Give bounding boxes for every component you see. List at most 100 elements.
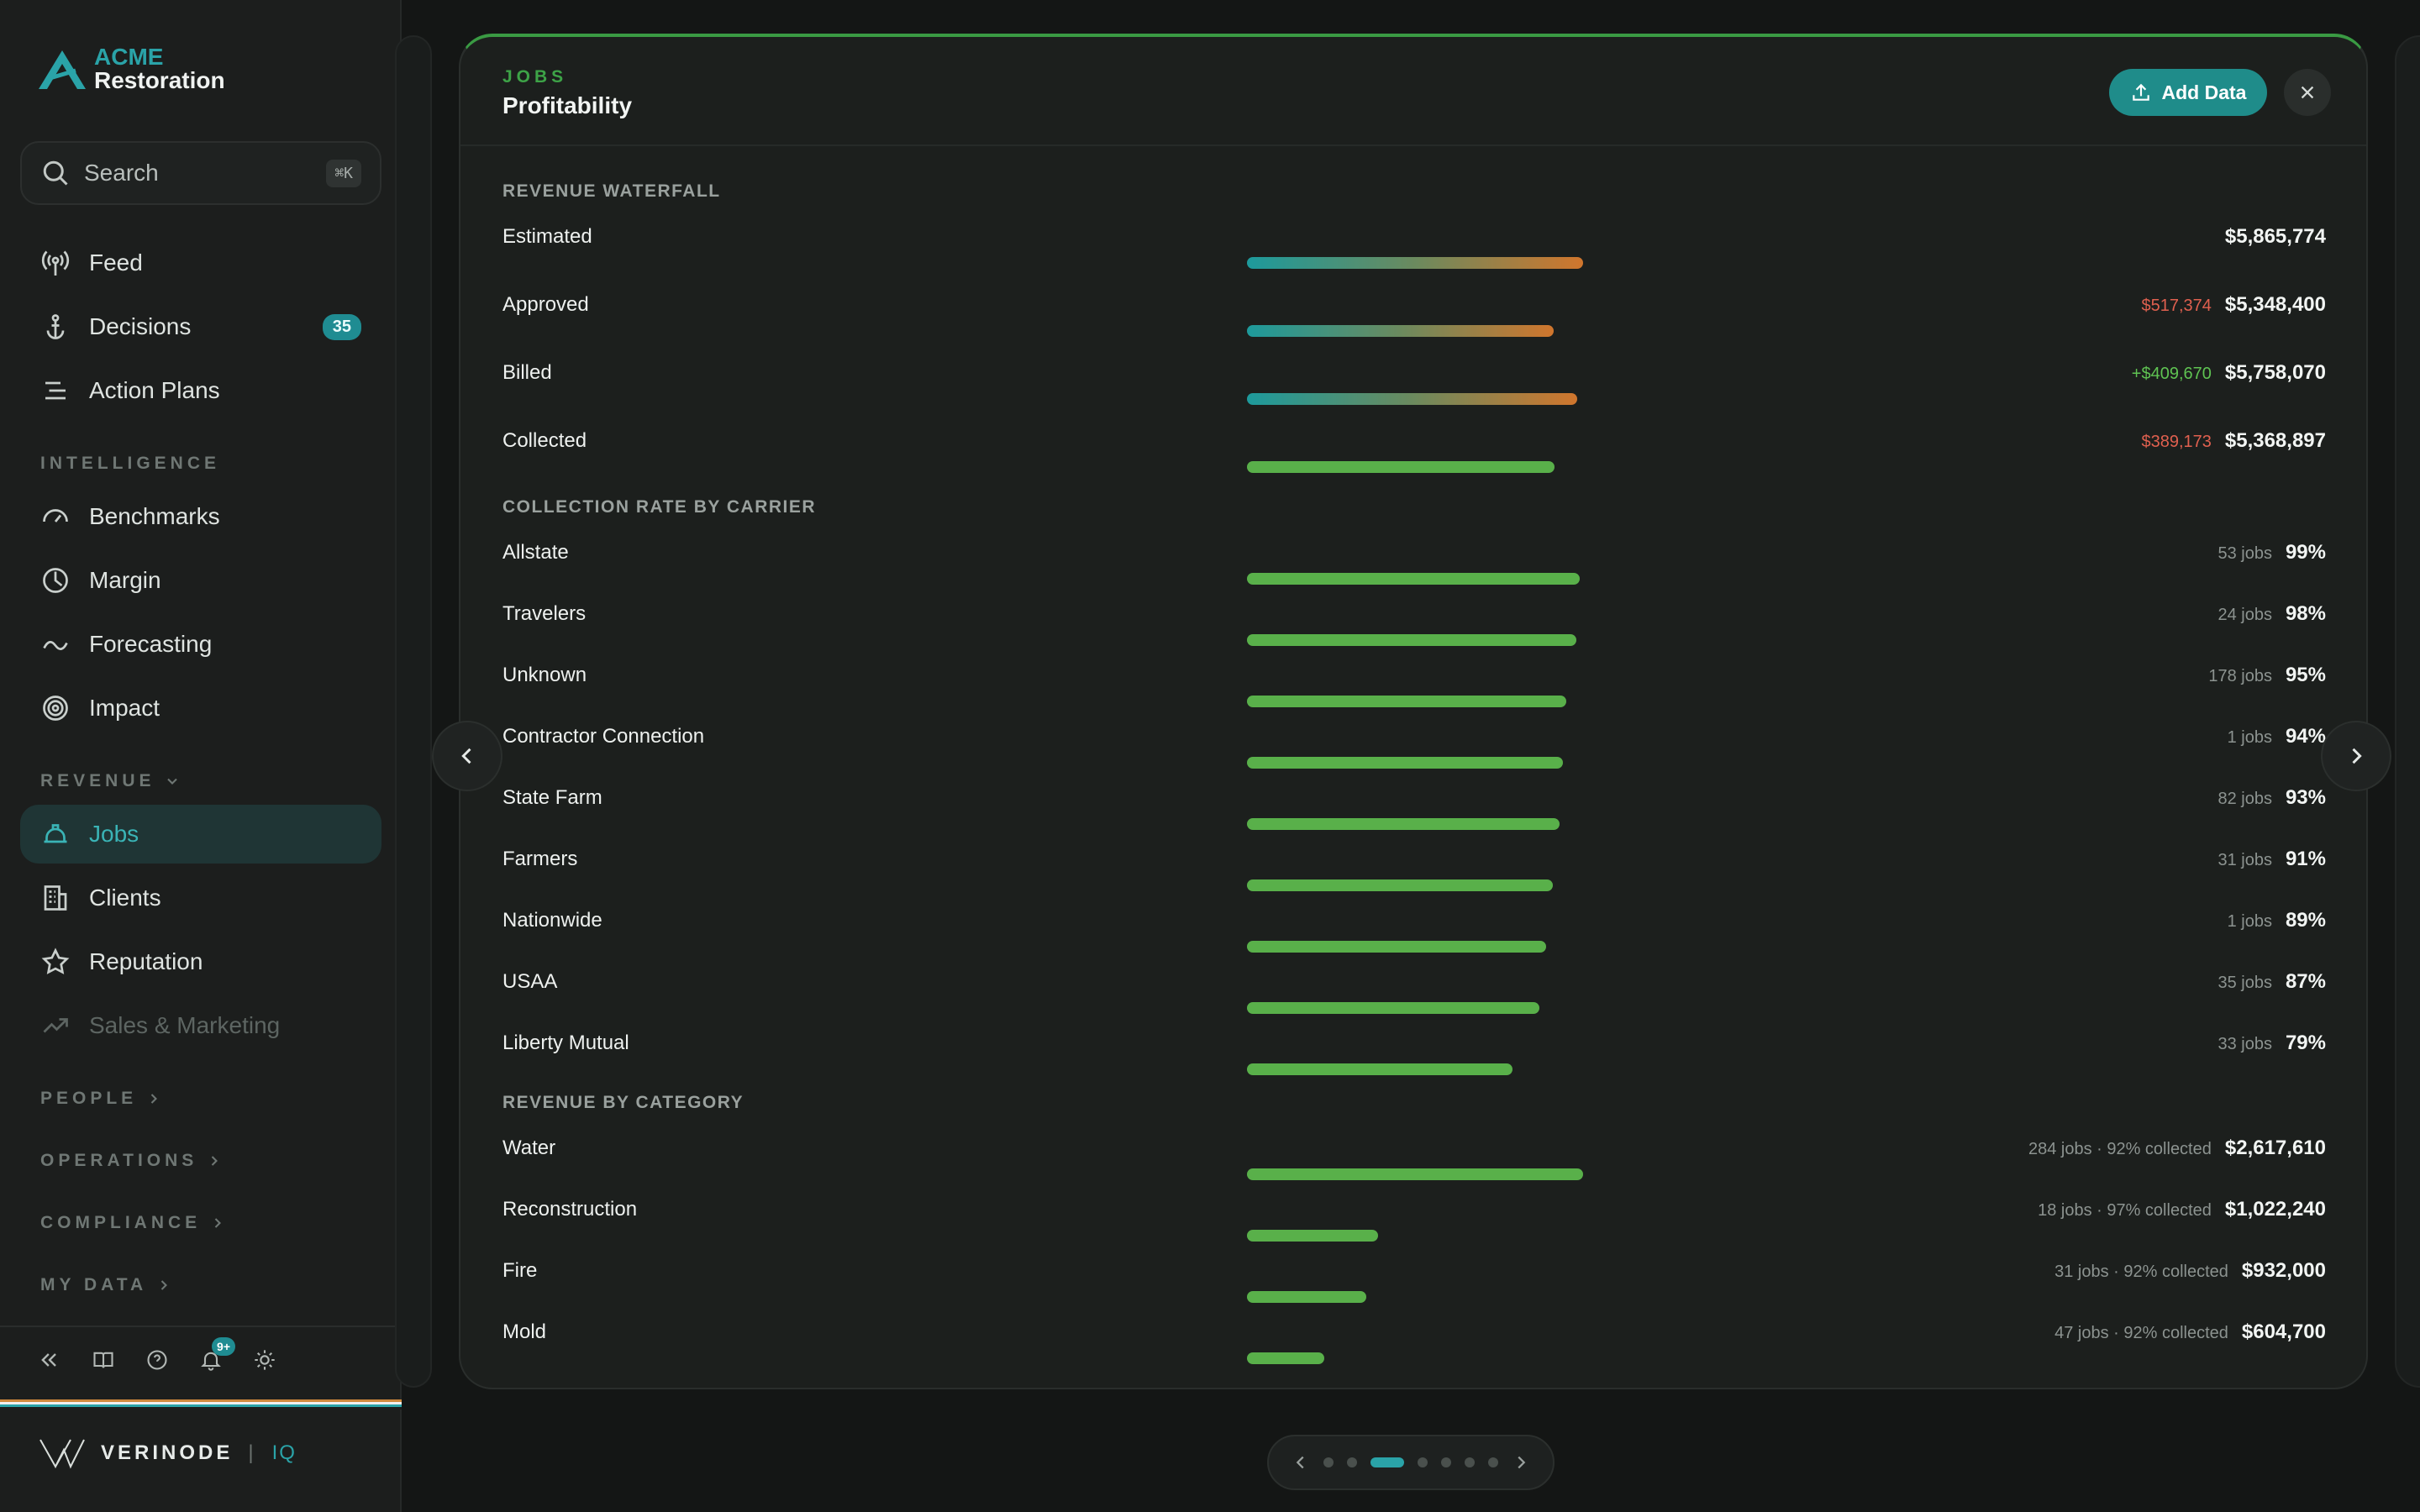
row-label: Allstate — [502, 541, 569, 564]
gauge-icon — [39, 500, 72, 533]
row-values: 47 jobs · 92% collected $604,700 — [2054, 1320, 2326, 1344]
sidebar-item-benchmarks[interactable]: Benchmarks — [20, 487, 381, 546]
row-meta: 24 jobs — [2217, 606, 2272, 624]
section-my-data[interactable]: MY DATA — [40, 1275, 172, 1295]
row-bar — [1247, 757, 1563, 769]
row-label: State Farm — [502, 786, 602, 809]
pager-dot[interactable] — [1347, 1457, 1357, 1467]
sidebar-item-sales-marketing[interactable]: Sales & Marketing — [20, 996, 381, 1055]
collapse-sidebar-icon[interactable] — [37, 1347, 62, 1373]
sidebar-item-label: Margin — [89, 567, 161, 593]
section-title-carriers: COLLECTION RATE BY CARRIER — [502, 497, 817, 517]
add-data-label: Add Data — [2161, 81, 2247, 103]
row-label: Fire — [502, 1259, 538, 1282]
row-value: 94% — [2285, 725, 2326, 748]
chevron-right-icon — [160, 1280, 168, 1290]
pager-dot[interactable] — [1418, 1457, 1428, 1467]
sun-icon[interactable] — [252, 1347, 277, 1373]
trend-curve-icon — [39, 627, 72, 661]
row-label: Approved — [502, 293, 589, 316]
sidebar-item-label: Clients — [89, 885, 161, 911]
row-meta: 1 jobs — [2227, 728, 2272, 747]
brand-separator: | — [248, 1441, 257, 1464]
row-delta: $389,173 — [2141, 433, 2212, 451]
search-input[interactable]: Search ⌘K — [20, 141, 381, 205]
close-button[interactable] — [2284, 69, 2331, 116]
logo-line2: Restoration — [94, 67, 225, 93]
row-delta: +$409,670 — [2131, 365, 2212, 383]
chevron-left-icon — [461, 748, 471, 764]
row-label: Water — [502, 1137, 556, 1159]
section-compliance[interactable]: COMPLIANCE — [40, 1213, 226, 1233]
pager-dot[interactable] — [1441, 1457, 1451, 1467]
row-label: Mold — [502, 1320, 547, 1343]
pager-dots — [1323, 1457, 1498, 1467]
section-label: OPERATIONS — [40, 1151, 198, 1170]
sidebar-footer-toolbar: 9+ — [37, 1337, 277, 1373]
sidebar-item-action-plans[interactable]: Action Plans — [20, 361, 381, 420]
book-icon[interactable] — [91, 1347, 116, 1373]
row-values: $5,865,774 — [2225, 225, 2326, 249]
pager-dot[interactable] — [1323, 1457, 1334, 1467]
pager-prev-icon[interactable] — [1292, 1453, 1310, 1472]
help-icon[interactable] — [145, 1347, 170, 1373]
section-operations[interactable]: OPERATIONS — [40, 1151, 223, 1171]
section-title-waterfall: REVENUE WATERFALL — [502, 181, 721, 201]
section-intelligence: INTELLIGENCE — [40, 454, 220, 474]
row-bar — [1247, 1291, 1366, 1303]
acme-logo[interactable]: ACME Restoration — [35, 45, 225, 92]
row-values: 35 jobs 87% — [2217, 970, 2326, 994]
sidebar-item-margin[interactable]: Margin — [20, 551, 381, 610]
row-meta: 53 jobs — [2217, 544, 2272, 563]
chevron-right-icon — [2352, 748, 2362, 764]
pager-dot-active[interactable] — [1370, 1457, 1404, 1467]
decisions-count-badge: 35 — [322, 313, 361, 340]
pager-dot[interactable] — [1488, 1457, 1498, 1467]
row-bar — [1247, 573, 1580, 585]
pager-next-icon[interactable] — [1512, 1453, 1530, 1472]
sidebar-item-feed[interactable]: Feed — [20, 234, 381, 292]
bell-icon[interactable]: 9+ — [198, 1337, 235, 1373]
row-values: $517,374 $5,348,400 — [2141, 293, 2326, 317]
row-label: Billed — [502, 361, 552, 384]
row-value: $5,865,774 — [2224, 225, 2326, 248]
row-value: $604,700 — [2241, 1320, 2326, 1343]
row-bar — [1247, 1168, 1583, 1180]
row-value: $1,022,240 — [2224, 1198, 2326, 1221]
chevron-down-icon — [166, 778, 177, 785]
chevron-right-icon — [150, 1094, 158, 1104]
sidebar-item-decisions[interactable]: Decisions 35 — [20, 297, 381, 356]
sidebar-item-clients[interactable]: Clients — [20, 869, 381, 927]
sidebar-item-reputation[interactable]: Reputation — [20, 932, 381, 991]
row-values: 24 jobs 98% — [2217, 602, 2326, 626]
row-value: 79% — [2285, 1032, 2326, 1054]
anchor-icon — [39, 310, 72, 344]
add-data-button[interactable]: Add Data — [2109, 69, 2267, 116]
row-value: 87% — [2285, 970, 2326, 993]
section-label: COMPLIANCE — [40, 1213, 202, 1232]
previous-arrow-button[interactable] — [432, 721, 502, 791]
section-people[interactable]: PEOPLE — [40, 1089, 162, 1109]
sidebar-item-forecasting[interactable]: Forecasting — [20, 615, 381, 674]
sidebar-item-jobs[interactable]: Jobs — [20, 805, 381, 864]
row-values: 1 jobs 94% — [2228, 725, 2326, 748]
sidebar-item-label: Impact — [89, 695, 160, 721]
row-value: $5,348,400 — [2224, 293, 2326, 316]
sidebar-item-impact[interactable]: Impact — [20, 679, 381, 738]
chevron-right-icon — [214, 1218, 222, 1228]
row-values: +$409,670 $5,758,070 — [2132, 361, 2326, 385]
brand-suffix: IQ — [271, 1441, 297, 1464]
row-bar — [1247, 696, 1566, 707]
row-values: 284 jobs · 92% collected $2,617,610 — [2028, 1137, 2326, 1160]
next-arrow-button[interactable] — [2321, 721, 2391, 791]
section-revenue[interactable]: REVENUE — [40, 771, 181, 791]
notification-badge: 9+ — [212, 1337, 235, 1356]
row-label: Estimated — [502, 225, 592, 248]
row-values: 178 jobs 95% — [2208, 664, 2326, 687]
next-card-edge — [2395, 35, 2420, 1388]
search-label: Search — [84, 160, 159, 186]
row-meta: 18 jobs · 97% collected — [2038, 1201, 2212, 1220]
row-value: $5,758,070 — [2224, 361, 2326, 384]
pager-dot[interactable] — [1465, 1457, 1475, 1467]
row-value: $932,000 — [2241, 1259, 2326, 1282]
